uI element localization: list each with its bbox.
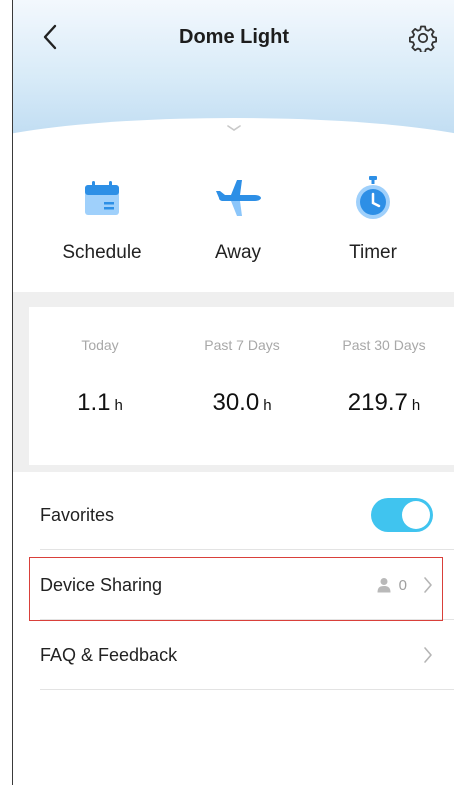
away-button[interactable]: Away [178, 170, 298, 264]
device-sharing-row[interactable]: Device Sharing 0 [13, 550, 454, 620]
stat-caption: Past 30 Days [342, 337, 426, 353]
favorites-row: Favorites [13, 480, 454, 550]
stat-past-30-days: Past 30 Days 219.7 h [313, 307, 454, 417]
toggle-knob [402, 501, 430, 529]
device-sharing-label: Device Sharing [40, 574, 163, 595]
faq-feedback-row[interactable]: FAQ & Feedback [13, 620, 454, 690]
settings-list: Favorites Device Sharing 0 FAQ & Feedbac… [13, 480, 454, 690]
gear-icon [409, 25, 437, 52]
away-label: Away [214, 242, 262, 263]
share-count: 0 [398, 576, 407, 594]
schedule-label: Schedule [62, 242, 142, 263]
divider [40, 689, 454, 690]
schedule-button[interactable]: Schedule [42, 170, 162, 264]
stat-today: Today 1.1 h [29, 307, 171, 417]
stat-value: 30.0 h [212, 389, 272, 416]
stat-past-7-days: Past 7 Days 30.0 h [171, 307, 313, 417]
settings-button[interactable] [407, 22, 439, 54]
stat-value: 1.1 h [77, 389, 123, 416]
collapse-handle[interactable] [13, 124, 454, 132]
usage-stats-card: Today 1.1 h Past 7 Days 30.0 h Past 30 Day… [29, 307, 454, 465]
favorites-label: Favorites [40, 504, 115, 525]
feature-row: Schedule Away Timer [13, 170, 454, 270]
chevron-down-icon [227, 125, 241, 131]
stat-caption: Today [81, 337, 119, 353]
page-title: Dome Light [179, 26, 289, 48]
favorites-toggle[interactable] [371, 498, 433, 532]
calendar-icon [85, 181, 119, 215]
timer-label: Timer [349, 242, 397, 263]
timer-button[interactable]: Timer [313, 170, 433, 264]
stat-value: 219.7 h [347, 389, 421, 416]
faq-feedback-label: FAQ & Feedback [40, 644, 178, 665]
chevron-right-icon [424, 577, 432, 593]
app-frame: Dome Light Schedule Away Timer Today 1.1… [12, 0, 454, 785]
person-icon [377, 578, 391, 593]
airplane-icon [216, 180, 261, 216]
stopwatch-icon [356, 176, 390, 219]
chevron-right-icon [424, 647, 432, 663]
stat-caption: Past 7 Days [204, 337, 280, 353]
